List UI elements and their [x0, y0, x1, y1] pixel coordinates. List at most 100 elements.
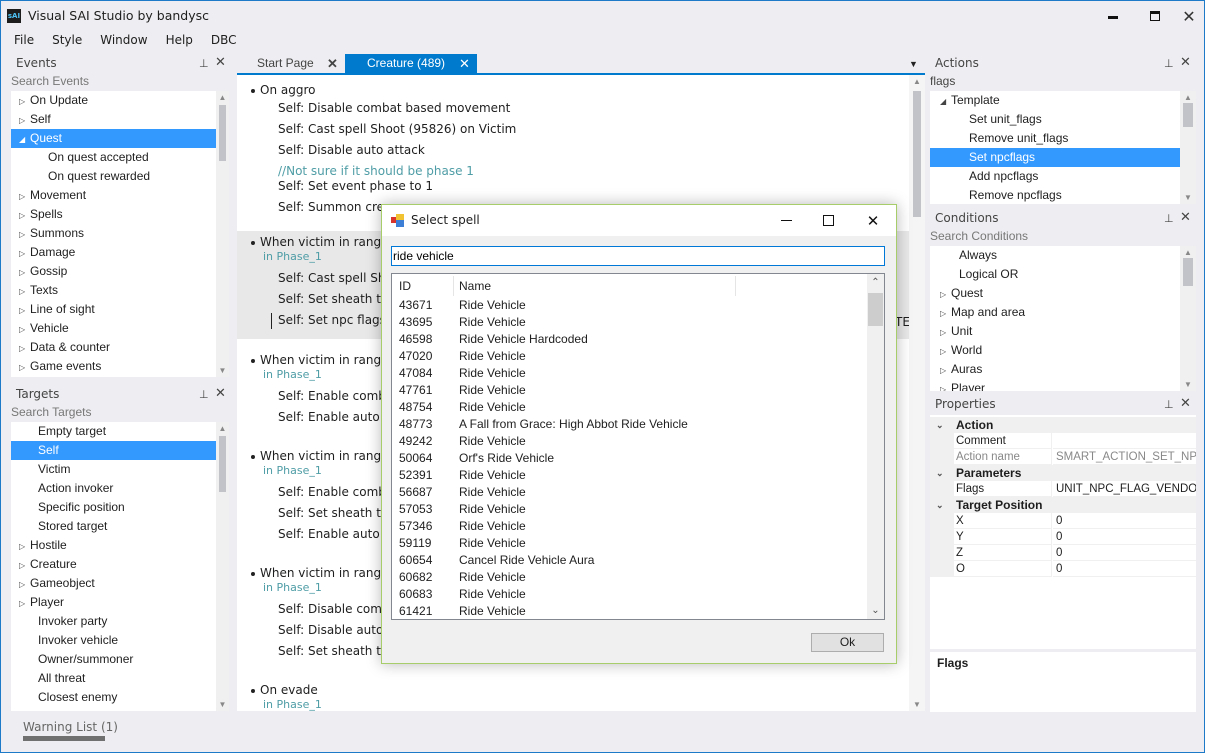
tree-item[interactable]: On quest rewarded: [11, 167, 216, 186]
actions-scrollbar[interactable]: ▲ ▼: [1180, 91, 1196, 204]
dialog-title-bar[interactable]: Select spell ✕: [382, 205, 896, 236]
menu-style[interactable]: Style: [52, 31, 82, 51]
targets-panel-close-icon[interactable]: ✕: [215, 386, 226, 401]
dialog-maximize-button[interactable]: [808, 205, 848, 236]
tree-item[interactable]: Remove npcflags: [930, 186, 1180, 204]
pin-icon[interactable]: ⊥: [1164, 57, 1174, 70]
event-title[interactable]: When victim in range: [251, 449, 389, 463]
tree-item[interactable]: ▷ Spells: [11, 205, 216, 224]
collapsed-arrow-icon[interactable]: ▷: [940, 323, 951, 342]
scroll-up-icon[interactable]: ▲: [216, 424, 229, 433]
collapsed-arrow-icon[interactable]: ▷: [19, 244, 30, 263]
editor-scrollbar[interactable]: ▲ ▼: [909, 75, 925, 711]
property-category[interactable]: ⌄ Target Position: [930, 497, 1196, 513]
event-action[interactable]: Self: Enable comba: [278, 389, 393, 403]
pin-icon[interactable]: ⊥: [199, 57, 209, 70]
property-row[interactable]: X0: [930, 513, 1196, 529]
scroll-thumb[interactable]: [219, 436, 226, 492]
collapsed-arrow-icon[interactable]: ▷: [19, 187, 30, 206]
chevron-up-icon[interactable]: ⌃: [867, 277, 884, 288]
actions-tree[interactable]: ◢ Template Set unit_flags Remove unit_flags…: [930, 91, 1180, 204]
collapsed-arrow-icon[interactable]: ▷: [19, 594, 30, 613]
tree-item[interactable]: ▷ Summons: [11, 224, 216, 243]
property-category[interactable]: ⌄ Parameters: [930, 465, 1196, 481]
menu-window[interactable]: Window: [100, 31, 147, 51]
tree-item[interactable]: ▷ Game events: [11, 357, 216, 376]
property-value[interactable]: UNIT_NPC_FLAG_VENDOR: [1053, 481, 1196, 497]
spell-list[interactable]: ID Name 43671 Ride Vehicle 43695 Ride Vehic…: [391, 273, 885, 620]
tree-item[interactable]: ◢ Quest: [11, 129, 216, 148]
events-search-input[interactable]: Search Events: [11, 74, 89, 88]
minimize-button[interactable]: [1096, 1, 1130, 31]
chevron-down-icon[interactable]: ⌄: [936, 465, 944, 481]
collapsed-arrow-icon[interactable]: ▷: [19, 282, 30, 301]
scroll-down-icon[interactable]: ▼: [1180, 193, 1196, 202]
property-grid[interactable]: ⌄ Action Comment Action name SMART_ACTION_SE…: [930, 415, 1196, 649]
property-row[interactable]: Comment: [930, 433, 1196, 449]
spell-row[interactable]: 47761 Ride Vehicle: [392, 382, 867, 399]
menu-file[interactable]: File: [14, 31, 34, 51]
column-divider[interactable]: [735, 276, 736, 296]
spell-list-scrollbar[interactable]: ⌃ ⌄: [867, 274, 884, 619]
scroll-thumb[interactable]: [868, 293, 883, 326]
tree-item[interactable]: ▷ Self: [11, 110, 216, 129]
properties-panel-close-icon[interactable]: ✕: [1180, 396, 1191, 411]
event-action[interactable]: Self: Set sheath to: [278, 292, 388, 306]
tree-item[interactable]: Empty target: [11, 422, 216, 441]
spell-row[interactable]: 56687 Ride Vehicle: [392, 484, 867, 501]
spell-row[interactable]: 59119 Ride Vehicle: [392, 535, 867, 552]
tree-item[interactable]: ▷ World: [930, 341, 1180, 360]
tree-item[interactable]: ▷ Data & counter: [11, 338, 216, 357]
tree-item[interactable]: Logical OR: [930, 265, 1180, 284]
conditions-tree[interactable]: Always Logical OR ▷ Quest ▷ Map and area ▷ Unit…: [930, 246, 1180, 391]
pin-icon[interactable]: ⊥: [199, 388, 209, 401]
event-action[interactable]: Self: Set event phase to 1: [278, 179, 433, 193]
collapsed-arrow-icon[interactable]: ▷: [19, 263, 30, 282]
events-scrollbar[interactable]: ▲ ▼: [216, 91, 229, 377]
tree-item[interactable]: Invoker vehicle: [11, 631, 216, 650]
event-action[interactable]: Self: Set sheath to: [278, 506, 388, 520]
tree-item[interactable]: Closest enemy: [11, 688, 216, 707]
tree-item[interactable]: ▷ Quest: [930, 284, 1180, 303]
collapsed-arrow-icon[interactable]: ▷: [19, 225, 30, 244]
menu-help[interactable]: Help: [166, 31, 193, 51]
property-value[interactable]: 0: [1053, 513, 1196, 529]
conditions-search-input[interactable]: Search Conditions: [930, 229, 1028, 243]
chevron-down-icon[interactable]: ⌄: [867, 605, 884, 616]
property-value[interactable]: 0: [1053, 529, 1196, 545]
event-action[interactable]: Self: Cast spell Sho: [278, 271, 393, 285]
scroll-thumb[interactable]: [1183, 103, 1193, 127]
spell-row[interactable]: 47084 Ride Vehicle: [392, 365, 867, 382]
tree-item[interactable]: Set unit_flags: [930, 110, 1180, 129]
tree-item[interactable]: ▷ Player: [930, 379, 1180, 391]
tree-item[interactable]: ▷ Player: [11, 593, 216, 612]
column-header-id[interactable]: ID: [399, 279, 411, 293]
warning-list-tab[interactable]: Warning List (1): [23, 720, 118, 734]
tree-item[interactable]: Victim: [11, 460, 216, 479]
scroll-up-icon[interactable]: ▲: [1180, 248, 1196, 257]
event-action[interactable]: Self: Cast spell Shoot (95826) on Victim: [278, 122, 516, 136]
spell-row[interactable]: 49242 Ride Vehicle: [392, 433, 867, 450]
scroll-down-icon[interactable]: ▼: [909, 700, 925, 709]
column-header-name[interactable]: Name: [459, 279, 491, 293]
property-row[interactable]: Flags UNIT_NPC_FLAG_VENDOR: [930, 481, 1196, 497]
actions-panel-close-icon[interactable]: ✕: [1180, 55, 1191, 70]
chevron-down-icon[interactable]: ⌄: [936, 497, 944, 513]
event-title[interactable]: On aggro: [251, 83, 315, 97]
tree-item[interactable]: ▷ Damage: [11, 243, 216, 262]
tree-item[interactable]: Stored target: [11, 517, 216, 536]
pin-icon[interactable]: ⊥: [1164, 398, 1174, 411]
event-action[interactable]: Self: Summon crea: [278, 200, 391, 214]
tree-item[interactable]: ▷ Vehicle: [11, 319, 216, 338]
targets-scrollbar[interactable]: ▲ ▼: [216, 422, 229, 711]
collapsed-arrow-icon[interactable]: ▷: [19, 301, 30, 320]
collapsed-arrow-icon[interactable]: ▷: [19, 92, 30, 111]
actions-search-input[interactable]: flags: [930, 74, 955, 88]
tab-list-dropdown-icon[interactable]: ▼: [909, 59, 918, 69]
event-title[interactable]: When victim in range: [251, 235, 389, 249]
collapsed-arrow-icon[interactable]: ▷: [940, 342, 951, 361]
event-action[interactable]: Self: Set sheath to: [278, 644, 388, 658]
targets-search-input[interactable]: Search Targets: [11, 405, 92, 419]
dialog-minimize-button[interactable]: [766, 205, 806, 236]
event-action[interactable]: Self: Enable comba: [278, 485, 393, 499]
